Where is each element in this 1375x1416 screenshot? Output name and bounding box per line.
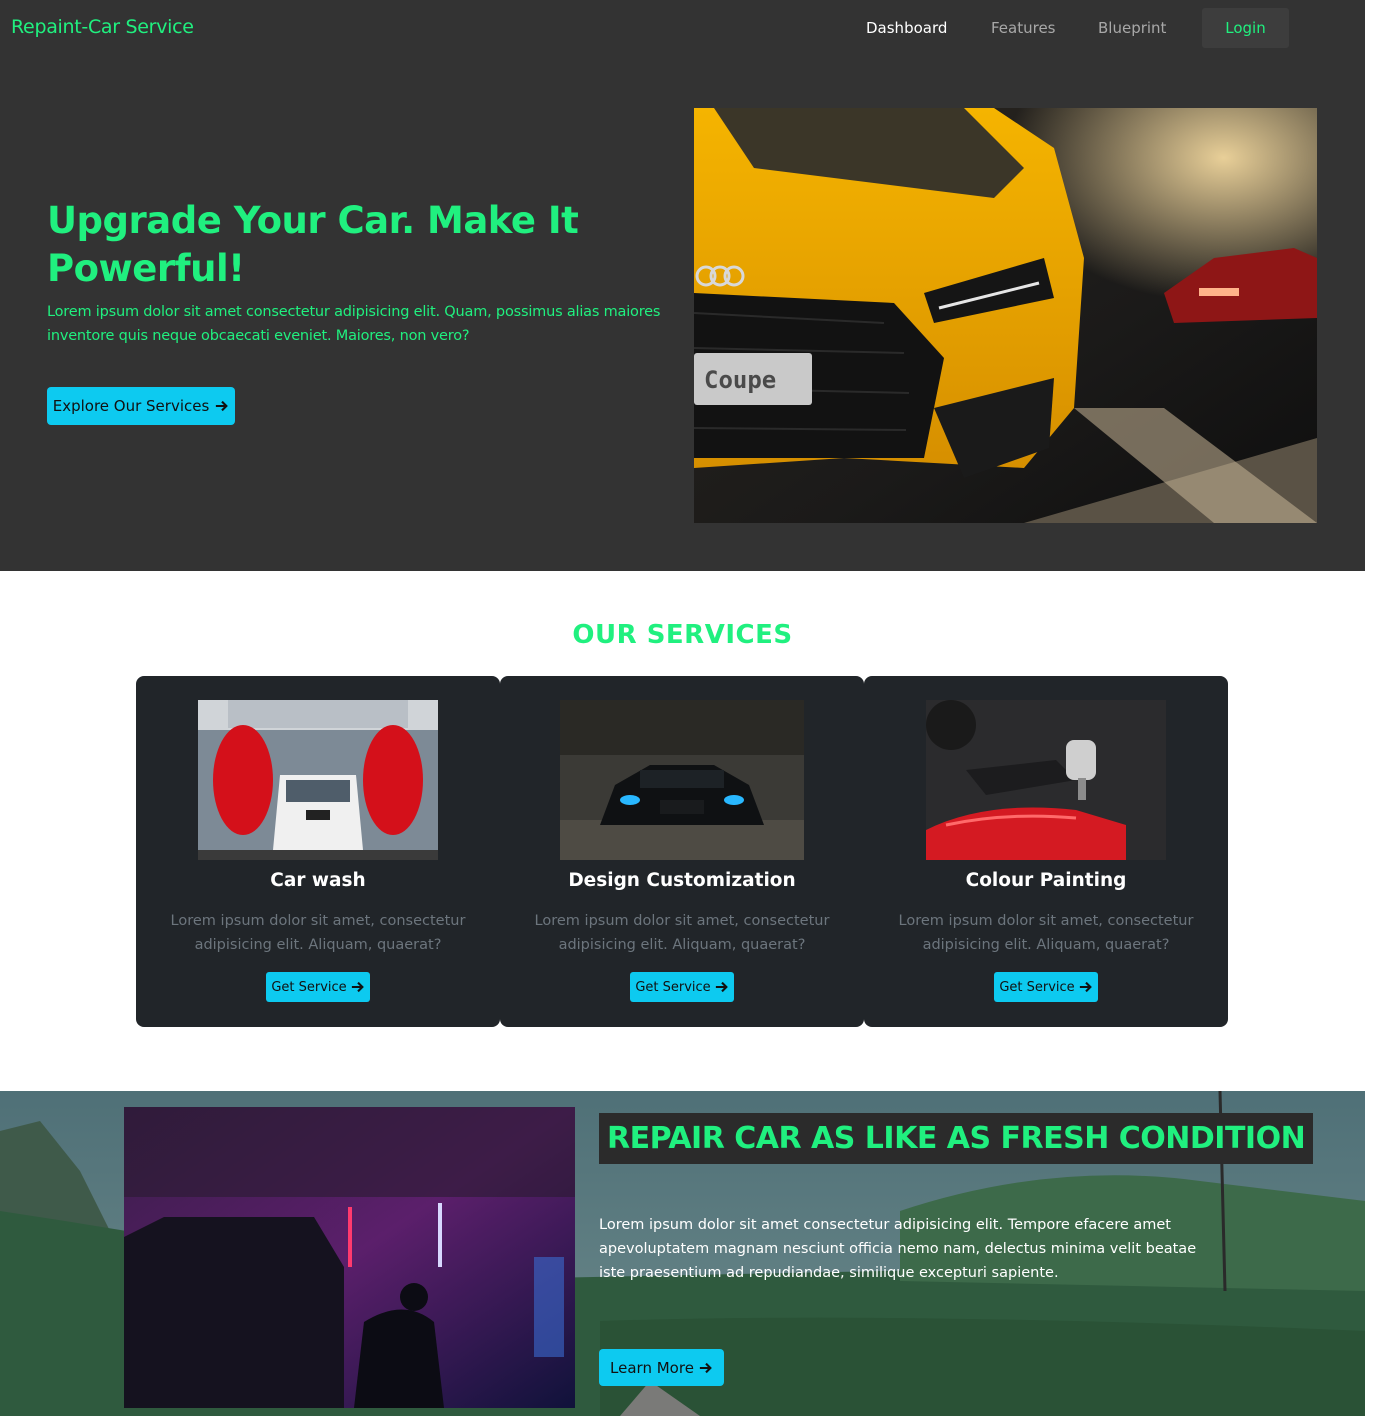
arrow-right-icon — [1079, 981, 1092, 993]
arrow-right-icon — [351, 981, 364, 993]
service-card-colour-painting: Colour Painting Lorem ipsum dolor sit am… — [864, 676, 1228, 1027]
colour-painting-image — [926, 700, 1166, 860]
nav-link-blueprint[interactable]: Blueprint — [1098, 19, 1166, 37]
learn-more-button[interactable]: Learn More — [599, 1349, 724, 1386]
service-description: Lorem ipsum dolor sit amet, consectetur … — [898, 913, 1194, 953]
hero-description: Lorem ipsum dolor sit amet consectetur a… — [47, 304, 661, 344]
get-service-label: Get Service — [271, 979, 347, 995]
get-service-label: Get Service — [635, 979, 711, 995]
design-customization-image — [560, 700, 804, 860]
get-service-button[interactable]: Get Service — [994, 972, 1098, 1002]
garage-repair-image — [124, 1107, 575, 1408]
repair-section: REPAIR CAR AS LIKE AS FRESH CONDITION Lo… — [0, 1091, 1365, 1416]
car-wash-image — [198, 700, 438, 860]
get-service-button[interactable]: Get Service — [630, 972, 734, 1002]
hero-car-image: Coupe — [694, 108, 1317, 523]
explore-services-button[interactable]: Explore Our Services — [47, 387, 235, 425]
repair-description: Lorem ipsum dolor sit amet consectetur a… — [599, 1217, 1197, 1281]
hero-plate-text: Coupe — [704, 366, 776, 394]
repair-title: REPAIR CAR AS LIKE AS FRESH CONDITION — [599, 1113, 1314, 1164]
login-button[interactable]: Login — [1202, 8, 1289, 48]
service-title: Design Customization — [568, 870, 796, 891]
service-card-car-wash: Car wash Lorem ipsum dolor sit amet, con… — [136, 676, 500, 1027]
service-card-design-customization: Design Customization Lorem ipsum dolor s… — [500, 676, 864, 1027]
services-title: OUR SERVICES — [572, 620, 793, 650]
hero-title: Upgrade Your Car. Make It Powerful! — [47, 199, 579, 290]
service-description: Lorem ipsum dolor sit amet, consectetur … — [534, 913, 830, 953]
get-service-button[interactable]: Get Service — [266, 972, 370, 1002]
nav-link-features[interactable]: Features — [991, 19, 1056, 37]
brand-logo[interactable]: Repaint-Car Service — [11, 16, 194, 38]
service-description: Lorem ipsum dolor sit amet, consectetur … — [170, 913, 466, 953]
arrow-right-icon — [216, 400, 229, 412]
hero-section: Upgrade Your Car. Make It Powerful! Lore… — [0, 58, 1365, 571]
arrow-right-icon — [699, 1362, 712, 1373]
service-title: Colour Painting — [965, 870, 1127, 891]
explore-services-label: Explore Our Services — [52, 397, 210, 415]
get-service-label: Get Service — [999, 979, 1075, 995]
service-title: Car wash — [270, 870, 366, 891]
nav-link-dashboard[interactable]: Dashboard — [866, 19, 947, 37]
navbar: Repaint-Car Service Dashboard Features B… — [0, 0, 1365, 58]
learn-more-label: Learn More — [610, 1358, 694, 1377]
arrow-right-icon — [715, 981, 728, 993]
